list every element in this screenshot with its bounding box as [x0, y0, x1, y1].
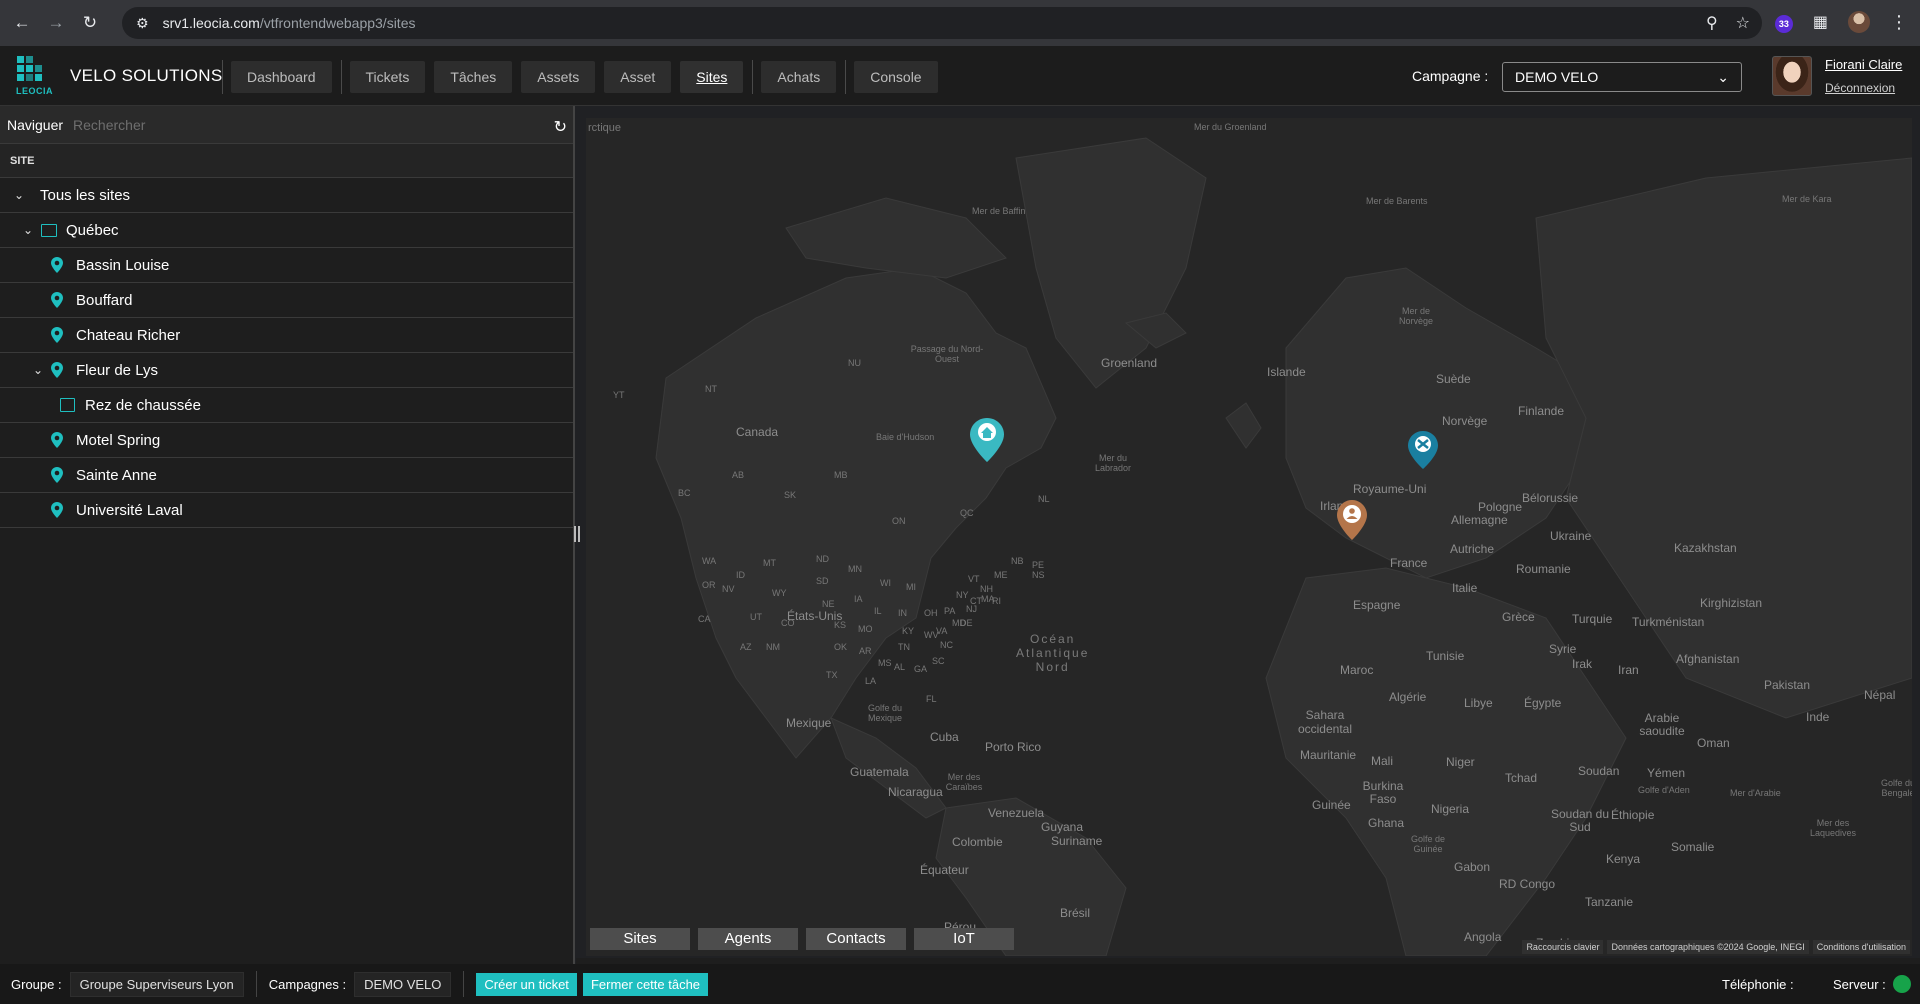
- contact-marker[interactable]: [1337, 500, 1367, 540]
- leocia-logo[interactable]: LEOCIA: [14, 54, 54, 98]
- chevron-down-icon[interactable]: ⌄: [12, 188, 26, 202]
- location-pin-icon: [51, 467, 63, 483]
- serveur-label: Serveur :: [1833, 977, 1886, 992]
- map-attribution: Raccourcis clavier Données cartographiqu…: [1522, 940, 1910, 954]
- location-pin-icon: [51, 432, 63, 448]
- menu-sites[interactable]: Sites: [680, 61, 744, 93]
- menu-taches[interactable]: Tâches: [434, 61, 513, 93]
- site-info-icon[interactable]: ⚙: [136, 15, 149, 32]
- browser-profile-avatar[interactable]: [1848, 11, 1870, 33]
- location-pin-icon: [51, 502, 63, 518]
- map-tab-contacts[interactable]: Contacts: [806, 928, 906, 950]
- search-input[interactable]: [73, 116, 534, 133]
- tree-item-quebec[interactable]: ⌄ Québec: [0, 213, 573, 248]
- tree-item-site[interactable]: Sainte Anne: [0, 458, 573, 493]
- tree-item-floor[interactable]: Rez de chaussée: [0, 388, 573, 423]
- map-tab-sites[interactable]: Sites: [590, 928, 690, 950]
- tree-item-site[interactable]: Chateau Richer: [0, 318, 573, 353]
- campagnes-label: Campagnes :: [268, 976, 347, 992]
- menu-console[interactable]: Console: [854, 61, 938, 93]
- chevron-down-icon: ⌄: [1717, 69, 1729, 85]
- main-menu: Dashboard Tickets Tâches Assets Asset Si…: [222, 60, 947, 94]
- close-task-button[interactable]: Fermer cette tâche: [582, 972, 709, 996]
- campagne-label: Campagne :: [1412, 68, 1489, 84]
- folder-icon: [41, 223, 57, 237]
- user-name-link[interactable]: Fiorani Claire: [1825, 57, 1902, 72]
- chevron-down-icon[interactable]: ⌄: [21, 223, 35, 237]
- tree-item-site[interactable]: Bassin Louise: [0, 248, 573, 283]
- extension-icon[interactable]: 33: [1771, 11, 1793, 33]
- extensions-puzzle-icon[interactable]: ▦: [1813, 12, 1828, 32]
- floor-icon: [60, 398, 75, 412]
- keyboard-shortcuts-link[interactable]: Raccourcis clavier: [1522, 940, 1604, 954]
- tree-item-site[interactable]: Université Laval: [0, 493, 573, 528]
- map-landmass: [655, 137, 1912, 956]
- tree-item-all-sites[interactable]: ⌄ Tous les sites: [0, 178, 573, 213]
- groupe-value: Groupe Superviseurs Lyon: [69, 971, 244, 997]
- location-pin-icon: [51, 257, 63, 273]
- home-marker[interactable]: [970, 418, 1004, 462]
- campagne-select[interactable]: DEMO VELO ⌄: [1502, 62, 1742, 92]
- agent-marker[interactable]: [1408, 431, 1438, 469]
- server-status-indicator: [1893, 975, 1911, 993]
- location-pin-icon: [51, 327, 63, 343]
- user-avatar: [1772, 56, 1812, 96]
- reload-icon[interactable]: ↻: [78, 11, 102, 35]
- column-header-site: SITE: [0, 144, 573, 178]
- groupe-label: Groupe :: [11, 976, 62, 992]
- location-pin-icon: [51, 292, 63, 308]
- menu-tickets[interactable]: Tickets: [349, 61, 426, 93]
- panel-resize-handle[interactable]: [574, 526, 580, 542]
- app-header: LEOCIA VELO SOLUTIONS Dashboard Tickets …: [0, 46, 1920, 106]
- menu-achats[interactable]: Achats: [761, 61, 837, 93]
- map-layer-tabs: Sites Agents Contacts IoT: [590, 928, 1014, 950]
- telephonie-label: Téléphonie :: [1722, 977, 1794, 992]
- navigator-label: Naviguer: [7, 116, 64, 133]
- chevron-down-icon[interactable]: ⌄: [31, 363, 45, 377]
- navigator-toolbar: Naviguer ↻: [0, 106, 573, 144]
- terms-of-use-link[interactable]: Conditions d'utilisation: [1812, 940, 1910, 954]
- map-view[interactable]: rctique Mer du Groenland Mer de Barents …: [586, 118, 1912, 956]
- logout-link[interactable]: Déconnexion: [1825, 81, 1895, 95]
- site-navigator-panel: Naviguer ↻ SITE ⌄ Tous les sites ⌄ Québe…: [0, 106, 580, 964]
- tree-item-site[interactable]: Motel Spring: [0, 423, 573, 458]
- key-icon[interactable]: ⚲: [1706, 13, 1718, 33]
- address-bar[interactable]: ⚙ srv1.leocia.com/vtfrontendwebapp3/site…: [122, 7, 1762, 39]
- refresh-icon[interactable]: ↻: [554, 117, 567, 137]
- bookmark-star-icon[interactable]: ☆: [1736, 13, 1750, 33]
- browser-menu-icon[interactable]: ⋮: [1890, 12, 1908, 33]
- status-footer: Groupe : Groupe Superviseurs Lyon Campag…: [0, 964, 1920, 1004]
- map-tab-iot[interactable]: IoT: [914, 928, 1014, 950]
- menu-asset[interactable]: Asset: [604, 61, 672, 93]
- create-ticket-button[interactable]: Créer un ticket: [476, 972, 577, 996]
- url-text: srv1.leocia.com/vtfrontendwebapp3/sites: [162, 15, 416, 31]
- tree-item-site[interactable]: Bouffard: [0, 283, 573, 318]
- map-tab-agents[interactable]: Agents: [698, 928, 798, 950]
- campagnes-value: DEMO VELO: [354, 971, 452, 997]
- app-name: VELO SOLUTIONS: [70, 66, 223, 85]
- forward-icon[interactable]: →: [44, 11, 68, 35]
- location-pin-icon: [51, 362, 63, 378]
- back-icon[interactable]: ←: [10, 11, 34, 35]
- browser-toolbar: ← → ↻ ⚙ srv1.leocia.com/vtfrontendwebapp…: [0, 0, 1920, 46]
- map-data-credit: Données cartographiques ©2024 Google, IN…: [1607, 940, 1809, 954]
- menu-assets[interactable]: Assets: [521, 61, 596, 93]
- tree-item-fleur-de-lys[interactable]: ⌄ Fleur de Lys: [0, 353, 573, 388]
- menu-dashboard[interactable]: Dashboard: [231, 61, 332, 93]
- map-label-ocean: Océan Atlantique Nord: [1016, 632, 1090, 674]
